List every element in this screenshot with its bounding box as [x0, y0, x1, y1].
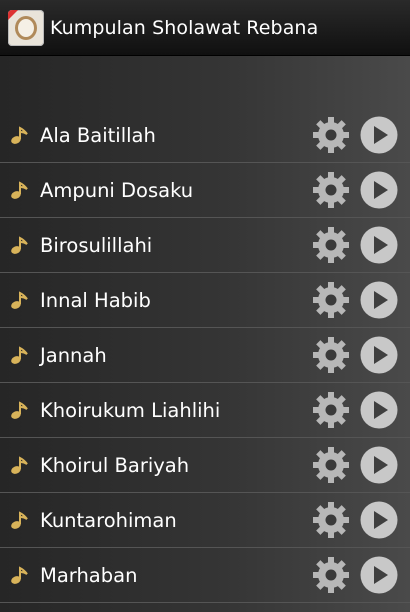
- list-item[interactable]: Khoirul Bariyah: [0, 438, 410, 493]
- song-title: Ala Baitillah: [40, 123, 156, 147]
- music-note-icon: [8, 564, 30, 586]
- play-icon[interactable]: [359, 115, 399, 155]
- song-title: Khoirul Bariyah: [40, 453, 190, 477]
- song-title: Marhaban: [40, 563, 138, 587]
- list-item[interactable]: Ampuni Dosaku: [0, 163, 410, 218]
- play-icon[interactable]: [359, 335, 399, 375]
- song-title: Khoirukum Liahlihi: [40, 398, 221, 422]
- list-item[interactable]: Marhaban: [0, 548, 410, 603]
- app-icon: [8, 9, 44, 46]
- play-icon[interactable]: [359, 445, 399, 485]
- ribbon-icon: [8, 9, 18, 20]
- music-note-icon: [8, 509, 30, 531]
- gear-icon[interactable]: [311, 335, 351, 375]
- song-title: Jannah: [40, 343, 107, 367]
- music-note-icon: [8, 289, 30, 311]
- list-item[interactable]: Kuntarohiman: [0, 493, 410, 548]
- music-note-icon: [8, 454, 30, 476]
- tambourine-icon: [15, 15, 37, 40]
- play-icon[interactable]: [359, 555, 399, 595]
- music-note-icon: [8, 124, 30, 146]
- list-item[interactable]: Jannah: [0, 328, 410, 383]
- play-icon[interactable]: [359, 390, 399, 430]
- gear-icon[interactable]: [311, 280, 351, 320]
- list-item[interactable]: Khoirukum Liahlihi: [0, 383, 410, 438]
- music-note-icon: [8, 344, 30, 366]
- music-note-icon: [8, 234, 30, 256]
- list-item[interactable]: Birosulillahi: [0, 218, 410, 273]
- song-title: Ampuni Dosaku: [40, 178, 194, 202]
- song-list: Ala Baitillah Ampuni Dosaku Birosulillah…: [0, 108, 410, 603]
- gear-icon[interactable]: [311, 445, 351, 485]
- song-list-panel: Ala Baitillah Ampuni Dosaku Birosulillah…: [0, 56, 410, 612]
- list-item[interactable]: Ala Baitillah: [0, 108, 410, 163]
- gear-icon[interactable]: [311, 555, 351, 595]
- music-note-icon: [8, 179, 30, 201]
- song-title: Kuntarohiman: [40, 508, 177, 532]
- list-item[interactable]: Innal Habib: [0, 273, 410, 328]
- song-title: Birosulillahi: [40, 233, 153, 257]
- gear-icon[interactable]: [311, 225, 351, 265]
- play-icon[interactable]: [359, 500, 399, 540]
- song-title: Innal Habib: [40, 288, 151, 312]
- gear-icon[interactable]: [311, 170, 351, 210]
- title-bar: Kumpulan Sholawat Rebana: [0, 0, 410, 56]
- gear-icon[interactable]: [311, 500, 351, 540]
- play-icon[interactable]: [359, 225, 399, 265]
- play-icon[interactable]: [359, 170, 399, 210]
- music-note-icon: [8, 399, 30, 421]
- gear-icon[interactable]: [311, 390, 351, 430]
- app-title: Kumpulan Sholawat Rebana: [50, 16, 319, 39]
- gear-icon[interactable]: [311, 115, 351, 155]
- play-icon[interactable]: [359, 280, 399, 320]
